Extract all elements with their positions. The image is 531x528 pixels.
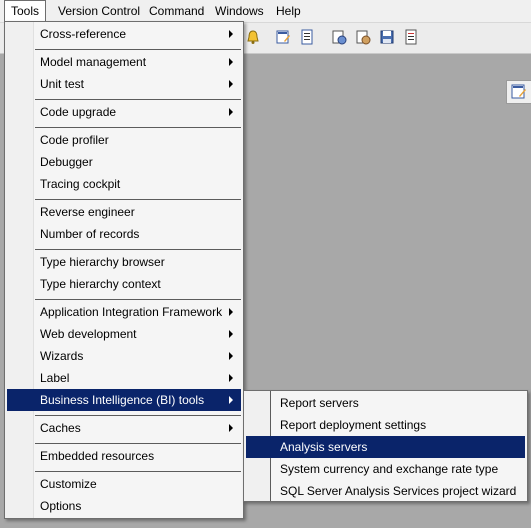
properties-icon[interactable] [402, 28, 420, 46]
menu-help[interactable]: Help [270, 0, 307, 22]
submenu-arrow-icon [229, 30, 233, 38]
menu-separator [35, 471, 241, 472]
menu-item-label: Code profiler [40, 133, 109, 147]
menu-item-label: Type hierarchy browser [40, 255, 165, 269]
menu-separator [35, 443, 241, 444]
menu-item-label: Analysis servers [280, 440, 368, 454]
menu-item-caches[interactable]: Caches [7, 417, 241, 439]
menu-item-type-hierarchy-browser[interactable]: Type hierarchy browser [7, 251, 241, 273]
tools-menu: Cross-reference Model management Unit te… [4, 21, 244, 519]
menu-item-label: Options [40, 499, 82, 513]
menu-item-embedded-resources[interactable]: Embedded resources [7, 445, 241, 467]
save-icon[interactable] [378, 28, 396, 46]
menu-item-label: Debugger [40, 155, 93, 169]
menu-command[interactable]: Command [143, 0, 210, 22]
menu-item-label: Report deployment settings [280, 418, 427, 432]
menu-item-label: Type hierarchy context [40, 277, 161, 291]
menu-item-label: Code upgrade [40, 105, 117, 119]
menu-separator [35, 127, 241, 128]
menu-item-label: System currency and exchange rate type [280, 462, 499, 476]
menu-version-control[interactable]: Version Control [52, 0, 146, 22]
menu-item-label: Label [40, 371, 70, 385]
menu-item-analysis-servers[interactable]: Analysis servers [246, 436, 525, 458]
menu-item-label: Tracing cockpit [40, 177, 121, 191]
submenu-arrow-icon [229, 396, 233, 404]
menu-windows[interactable]: Windows [209, 0, 270, 22]
menu-item-label: Model management [40, 55, 147, 69]
menu-item-label: Report servers [280, 396, 359, 410]
submenu-arrow-icon [229, 80, 233, 88]
form-edit-icon[interactable] [506, 80, 531, 104]
menu-item-customize[interactable]: Customize [7, 473, 241, 495]
menu-item-label: Customize [40, 477, 97, 491]
menu-item-system-currency[interactable]: System currency and exchange rate type [246, 458, 525, 480]
submenu-arrow-icon [229, 424, 233, 432]
menu-item-tracing-cockpit[interactable]: Tracing cockpit [7, 173, 241, 195]
menu-item-wizards[interactable]: Wizards [7, 345, 241, 367]
menu-item-label: Wizards [40, 349, 84, 363]
menu-item-debugger[interactable]: Debugger [7, 151, 241, 173]
submenu-arrow-icon [229, 108, 233, 116]
menu-item-cross-reference[interactable]: Cross-reference [7, 23, 241, 45]
menu-item-label: SQL Server Analysis Services project wiz… [280, 484, 517, 498]
submenu-arrow-icon [229, 58, 233, 66]
menu-item-label: Cross-reference [40, 27, 127, 41]
menu-item-report-servers[interactable]: Report servers [246, 392, 525, 414]
menu-item-label: Number of records [40, 227, 140, 241]
edit-form-icon[interactable] [274, 28, 292, 46]
menu-item-label: Business Intelligence (BI) tools [40, 393, 205, 407]
menu-item-label-menu[interactable]: Label [7, 367, 241, 389]
menu-item-ssas-project-wizard[interactable]: SQL Server Analysis Services project wiz… [246, 480, 525, 502]
menu-item-model-management[interactable]: Model management [7, 51, 241, 73]
menu-item-label: Embedded resources [40, 449, 155, 463]
menu-item-label: Caches [40, 421, 81, 435]
menu-item-application-integration-framework[interactable]: Application Integration Framework [7, 301, 241, 323]
menu-item-web-development[interactable]: Web development [7, 323, 241, 345]
menu-item-unit-test[interactable]: Unit test [7, 73, 241, 95]
menu-item-type-hierarchy-context[interactable]: Type hierarchy context [7, 273, 241, 295]
menu-separator [35, 99, 241, 100]
menu-item-label: Application Integration Framework [40, 305, 223, 319]
menu-item-reverse-engineer[interactable]: Reverse engineer [7, 201, 241, 223]
menu-bar: Tools Version Control Command Windows He… [0, 0, 531, 23]
bell-icon[interactable] [244, 28, 262, 46]
compile-edit-icon[interactable] [354, 28, 372, 46]
submenu-arrow-icon [229, 330, 233, 338]
compile-icon[interactable] [330, 28, 348, 46]
menu-item-report-deployment-settings[interactable]: Report deployment settings [246, 414, 525, 436]
menu-item-number-of-records[interactable]: Number of records [7, 223, 241, 245]
submenu-arrow-icon [229, 374, 233, 382]
menu-separator [35, 49, 241, 50]
submenu-arrow-icon [229, 308, 233, 316]
menu-separator [35, 415, 241, 416]
bi-tools-submenu: Report servers Report deployment setting… [243, 390, 528, 502]
list-icon[interactable] [298, 28, 316, 46]
menu-separator [35, 299, 241, 300]
menu-item-label: Reverse engineer [40, 205, 135, 219]
menu-item-code-upgrade[interactable]: Code upgrade [7, 101, 241, 123]
menu-item-label: Web development [40, 327, 137, 341]
menu-item-bi-tools[interactable]: Business Intelligence (BI) tools [7, 389, 241, 411]
menu-tools[interactable]: Tools [4, 0, 47, 23]
menu-item-label: Unit test [40, 77, 85, 91]
menu-separator [35, 249, 241, 250]
submenu-arrow-icon [229, 352, 233, 360]
menu-item-options[interactable]: Options [7, 495, 241, 517]
menu-separator [35, 199, 241, 200]
menu-item-code-profiler[interactable]: Code profiler [7, 129, 241, 151]
